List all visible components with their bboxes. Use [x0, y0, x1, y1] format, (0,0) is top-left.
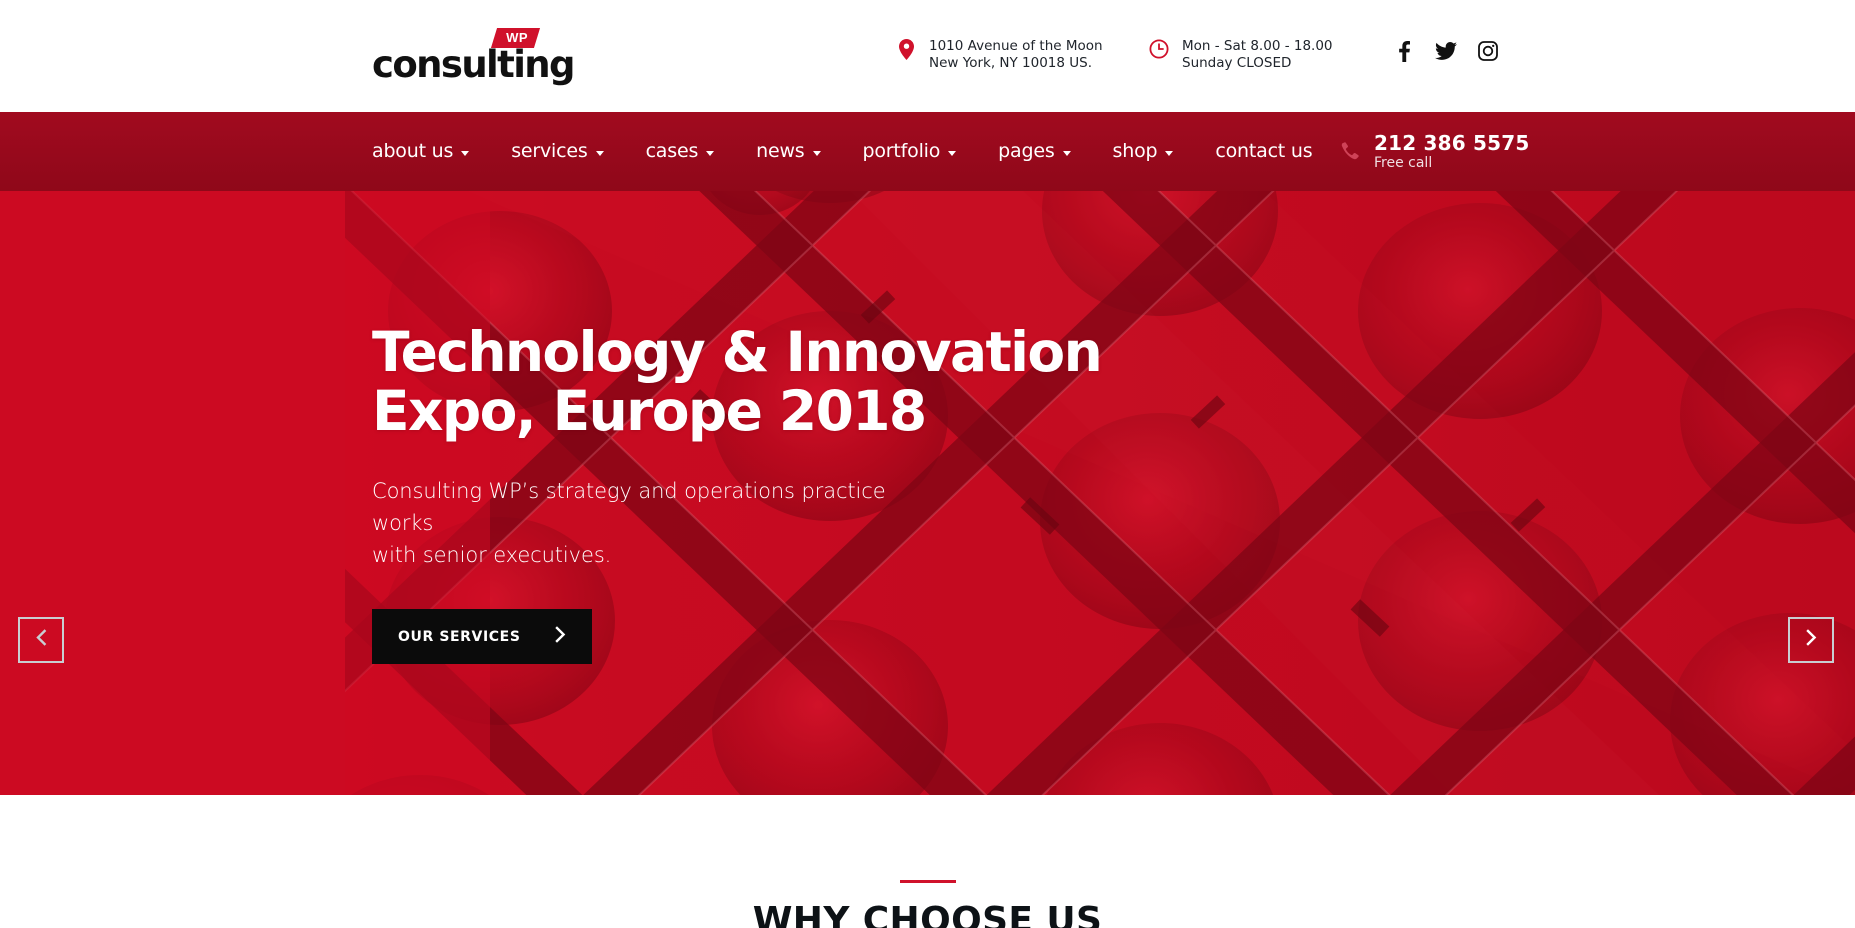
hero-subtitle: Consulting WP’s strategy and operations …	[372, 475, 952, 571]
address-line-2: New York, NY 10018 US.	[929, 55, 1093, 71]
header-phone[interactable]: 212 386 5575 Free call	[1340, 112, 1530, 191]
our-services-button[interactable]: OUR SERVICES	[372, 609, 592, 664]
address-line-1: 1010 Avenue of the Moon	[929, 38, 1103, 54]
site-logo[interactable]: consulting WP	[372, 28, 576, 86]
chevron-down-icon	[1165, 150, 1174, 156]
why-choose-us-section: WHY CHOOSE US	[0, 795, 1855, 928]
our-services-button-label: OUR SERVICES	[398, 628, 521, 645]
clock-icon	[1148, 38, 1170, 64]
chevron-down-icon	[461, 150, 470, 156]
hero-title-line-1: Technology & Innovation	[372, 320, 1103, 384]
nav-label: about us	[372, 140, 454, 162]
hours-text: Mon - Sat 8.00 - 18.00 Sunday CLOSED	[1182, 38, 1333, 72]
nav-item-pages[interactable]: pages	[977, 112, 1091, 191]
phone-icon	[1340, 141, 1360, 162]
address-text: 1010 Avenue of the Moon New York, NY 100…	[929, 38, 1103, 72]
facebook-icon[interactable]	[1393, 40, 1415, 62]
location-pin-icon	[895, 38, 917, 64]
chevron-down-icon	[1062, 150, 1071, 156]
twitter-icon[interactable]	[1435, 40, 1457, 62]
nav-item-portfolio[interactable]: portfolio	[842, 112, 978, 191]
nav-label: shop	[1112, 140, 1158, 162]
nav-item-cases[interactable]: cases	[625, 112, 736, 191]
nav-label: news	[756, 140, 805, 162]
chevron-left-icon	[35, 629, 47, 651]
hours-line-2: Sunday CLOSED	[1182, 55, 1292, 71]
why-choose-us-title: WHY CHOOSE US	[752, 900, 1103, 928]
chevron-down-icon	[812, 150, 821, 156]
section-divider	[899, 880, 956, 883]
logo-wordmark: consulting	[372, 43, 576, 86]
logo-wp-badge: WP	[490, 28, 540, 48]
hours-line-1: Mon - Sat 8.00 - 18.00	[1182, 38, 1333, 54]
chevron-down-icon	[706, 150, 715, 156]
hero-subtitle-line-2: with senior executives.	[372, 543, 612, 567]
slider-next-button[interactable]	[1788, 617, 1834, 663]
nav-label: pages	[998, 140, 1055, 162]
instagram-icon[interactable]	[1477, 40, 1499, 62]
nav-label: services	[511, 140, 588, 162]
hero-subtitle-line-1: Consulting WP’s strategy and operations …	[372, 479, 886, 535]
nav-items: about us services cases news portfolio p…	[372, 112, 1333, 191]
slider-prev-button[interactable]	[18, 617, 64, 663]
nav-item-about-us[interactable]: about us	[372, 112, 490, 191]
phone-caption: Free call	[1374, 154, 1433, 171]
nav-item-news[interactable]: news	[735, 112, 841, 191]
hours-info: Mon - Sat 8.00 - 18.00 Sunday CLOSED	[1148, 38, 1333, 72]
hero-slider: Technology & Innovation Expo, Europe 201…	[0, 191, 1855, 795]
phone-number: 212 386 5575	[1374, 130, 1530, 155]
social-links	[1393, 40, 1499, 62]
logo-wp-badge-text: WP	[506, 30, 528, 45]
nav-label: cases	[645, 140, 699, 162]
phone-text: 212 386 5575 Free call	[1374, 132, 1530, 172]
chevron-right-icon	[554, 626, 566, 647]
top-bar: consulting WP 1010 Avenue of the Moon Ne…	[0, 0, 1855, 112]
nav-label: portfolio	[862, 140, 941, 162]
hero-title-line-2: Expo, Europe 2018	[372, 379, 927, 443]
chevron-down-icon	[948, 150, 957, 156]
nav-item-contact-us[interactable]: contact us	[1194, 112, 1333, 191]
hero-content: Technology & Innovation Expo, Europe 201…	[372, 323, 1132, 664]
address-info: 1010 Avenue of the Moon New York, NY 100…	[895, 38, 1103, 72]
main-navigation-bar: about us services cases news portfolio p…	[0, 112, 1855, 191]
nav-item-services[interactable]: services	[490, 112, 624, 191]
chevron-down-icon	[595, 150, 604, 156]
nav-item-shop[interactable]: shop	[1092, 112, 1195, 191]
hero-title: Technology & Innovation Expo, Europe 201…	[372, 323, 1132, 441]
chevron-right-icon	[1805, 629, 1817, 651]
nav-label: contact us	[1215, 140, 1313, 162]
